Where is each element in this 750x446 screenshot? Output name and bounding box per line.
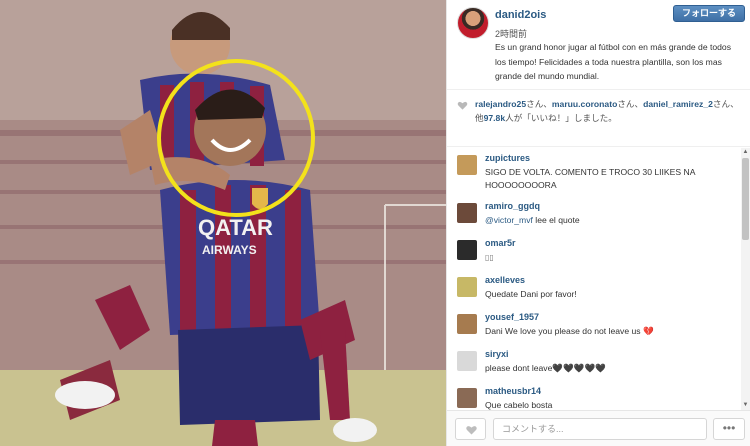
comment-text: ▯▯ (485, 253, 494, 262)
like-button[interactable] (455, 418, 486, 440)
post-photo[interactable]: QATAR AIRWAYS (0, 0, 446, 446)
comment-avatar[interactable] (457, 351, 477, 371)
more-options-button[interactable]: ••• (713, 418, 745, 440)
comment-username[interactable]: omar5r (485, 238, 516, 248)
comment-text-wrapper: @victor_mvf lee el quote (485, 214, 733, 227)
list-item: omar5r ▯▯ (447, 237, 741, 274)
scroll-up-icon[interactable]: ▲ (742, 149, 749, 156)
liker-link[interactable]: ralejandro25 (475, 99, 526, 109)
list-item: matheusbr14 Que cabelo bosta (447, 385, 741, 410)
comment-username[interactable]: zupictures (485, 153, 530, 163)
comment-input[interactable]: コメントする... (493, 418, 707, 440)
comment-username[interactable]: matheusbr14 (485, 386, 541, 396)
comment-avatar[interactable] (457, 203, 477, 223)
likes-separator: さん、 (617, 99, 644, 109)
jersey-text-airways: AIRWAYS (202, 243, 257, 257)
comment-footer: コメントする... ••• (447, 410, 750, 446)
jersey-text-qatar: QATAR (198, 215, 273, 240)
comment-text: lee el quote (532, 215, 580, 225)
likes-count[interactable]: 97.8k (484, 113, 506, 123)
post-header: danid2ois 2時間前 フォローする Es un grand honor … (447, 0, 750, 90)
post-detail-panel: danid2ois 2時間前 フォローする Es un grand honor … (446, 0, 750, 446)
liker-link[interactable]: daniel_ramirez_2 (643, 99, 713, 109)
heart-icon (466, 426, 477, 435)
comment-avatar[interactable] (457, 155, 477, 175)
likes-separator: さん、 (526, 99, 552, 109)
avatar[interactable] (457, 7, 489, 39)
list-item: ramiro_ggdq @victor_mvf lee el quote (447, 200, 741, 237)
post-username[interactable]: danid2ois (495, 9, 546, 21)
comment-username[interactable]: siryxi (485, 349, 509, 359)
comment-avatar[interactable] (457, 314, 477, 334)
likes-suffix: 人が「いいね！」しました。 (505, 112, 617, 123)
list-item: axelleves Quedate Dani por favor! (447, 274, 741, 311)
comments-scrollbar[interactable]: ▲ ▼ (741, 148, 750, 410)
list-item: zupictures SIGO DE VOLTA. COMENTO E TROC… (447, 152, 741, 200)
post-caption: Es un grand honor jugar al fútbol con en… (495, 42, 732, 81)
heart-icon (457, 101, 468, 110)
comment-username[interactable]: yousef_1957 (485, 312, 539, 322)
comment-list: zupictures SIGO DE VOLTA. COMENTO E TROC… (447, 152, 741, 410)
comment-text: Quedate Dani por favor! (485, 289, 577, 299)
divider (447, 146, 750, 147)
comment-text: SIGO DE VOLTA. COMENTO E TROCO 30 LIIKES… (485, 167, 695, 190)
comment-text: please dont leave🖤🖤🖤🖤🖤 (485, 363, 606, 373)
comment-avatar[interactable] (457, 388, 477, 408)
comment-username[interactable]: ramiro_ggdq (485, 201, 540, 211)
scrollbar-thumb[interactable] (742, 158, 749, 240)
list-item: yousef_1957 Dani We love you please do n… (447, 311, 741, 348)
post-timestamp: 2時間前 (495, 29, 528, 39)
comment-avatar[interactable] (457, 277, 477, 297)
follow-button[interactable]: フォローする (673, 5, 745, 22)
comment-username[interactable]: axelleves (485, 275, 525, 285)
comment-mention[interactable]: @victor_mvf (485, 215, 533, 225)
scroll-down-icon[interactable]: ▼ (742, 402, 749, 409)
comment-avatar[interactable] (457, 240, 477, 260)
comment-text: Dani We love you please do not leave us … (485, 326, 654, 336)
comment-text: Que cabelo bosta (485, 400, 553, 410)
list-item: siryxi please dont leave🖤🖤🖤🖤🖤 (447, 348, 741, 385)
likes-summary: ralejandro25さん、maruu.coronatoさん、daniel_r… (447, 98, 750, 140)
liker-link[interactable]: maruu.coronato (552, 99, 617, 109)
photo-illustration: QATAR AIRWAYS (0, 0, 446, 446)
